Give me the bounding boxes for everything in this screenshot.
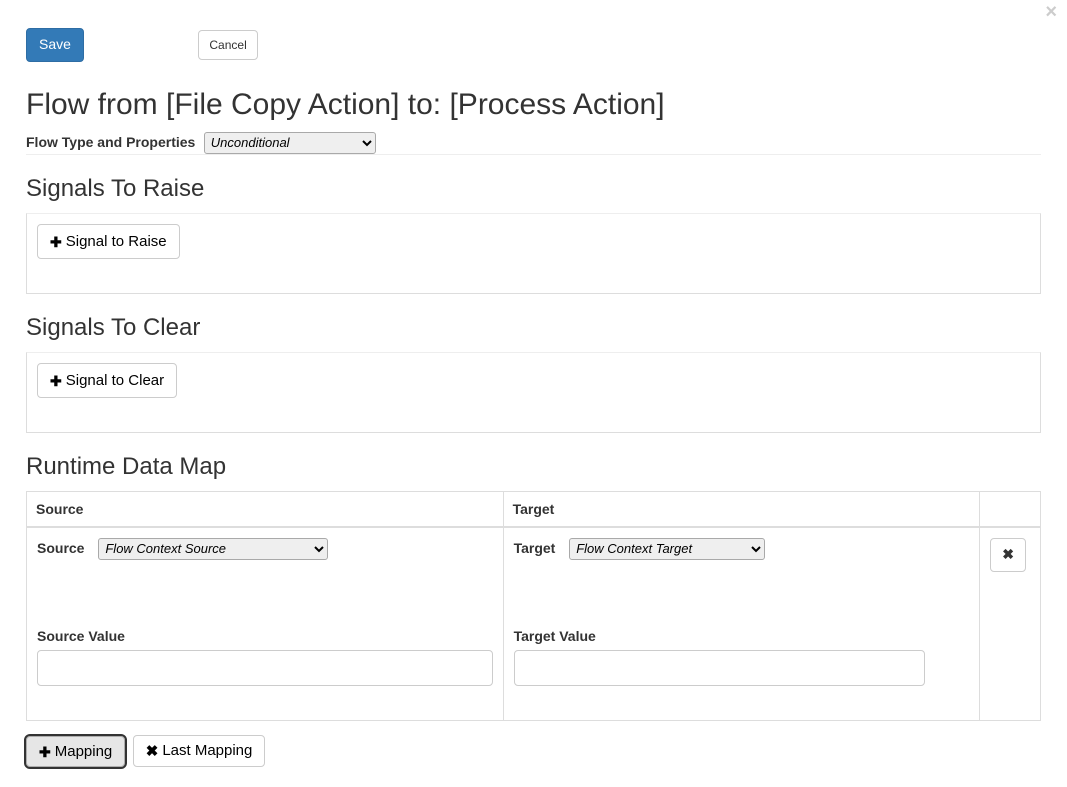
signals-raise-heading: Signals To Raise — [26, 175, 1041, 203]
last-mapping-button[interactable]: ✖ Last Mapping — [133, 735, 266, 767]
runtime-data-map-table: Source Target Source Flow Context Source… — [26, 491, 1041, 721]
close-icon: ✖ — [146, 742, 159, 760]
source-value-label: Source Value — [37, 628, 493, 644]
source-value-input[interactable] — [37, 650, 493, 686]
signals-clear-heading: Signals To Clear — [26, 314, 1041, 342]
signals-raise-panel: ✚ Signal to Raise — [26, 213, 1041, 294]
add-mapping-label: Mapping — [55, 743, 113, 760]
mapping-buttons: ✚ Mapping ✖ Last Mapping — [26, 735, 1041, 767]
target-value-label: Target Value — [514, 628, 970, 644]
cancel-button[interactable]: Cancel — [198, 30, 257, 60]
add-signal-raise-button[interactable]: ✚ Signal to Raise — [37, 224, 180, 259]
flow-type-label: Flow Type and Properties — [26, 134, 195, 150]
save-button[interactable]: Save — [26, 28, 84, 62]
source-select[interactable]: Flow Context Source — [98, 538, 328, 560]
toolbar: Save Cancel — [26, 0, 1041, 70]
col-actions — [980, 491, 1041, 527]
page-title: Flow from [File Copy Action] to: [Proces… — [26, 88, 1041, 122]
plus-icon: ✚ — [50, 234, 62, 251]
add-signal-clear-button[interactable]: ✚ Signal to Clear — [37, 363, 177, 398]
close-icon[interactable]: × — [1045, 2, 1057, 22]
remove-mapping-button[interactable]: ✖ — [990, 538, 1026, 572]
mapping-row: Source Flow Context Source Source Value … — [27, 527, 1041, 721]
source-label: Source — [37, 540, 84, 556]
add-signal-clear-label: Signal to Clear — [66, 372, 164, 389]
flow-type-select[interactable]: Unconditional — [204, 132, 376, 154]
signals-clear-panel: ✚ Signal to Clear — [26, 352, 1041, 433]
target-value-input[interactable] — [514, 650, 925, 686]
plus-icon: ✚ — [50, 373, 62, 390]
runtime-map-heading: Runtime Data Map — [26, 453, 1041, 481]
add-signal-raise-label: Signal to Raise — [66, 233, 167, 250]
add-mapping-button[interactable]: ✚ Mapping — [26, 736, 125, 767]
target-label: Target — [514, 540, 556, 556]
target-select[interactable]: Flow Context Target — [569, 538, 765, 560]
plus-icon: ✚ — [39, 744, 51, 761]
col-source: Source — [27, 491, 504, 527]
col-target: Target — [503, 491, 980, 527]
close-icon: ✖ — [1002, 546, 1014, 563]
